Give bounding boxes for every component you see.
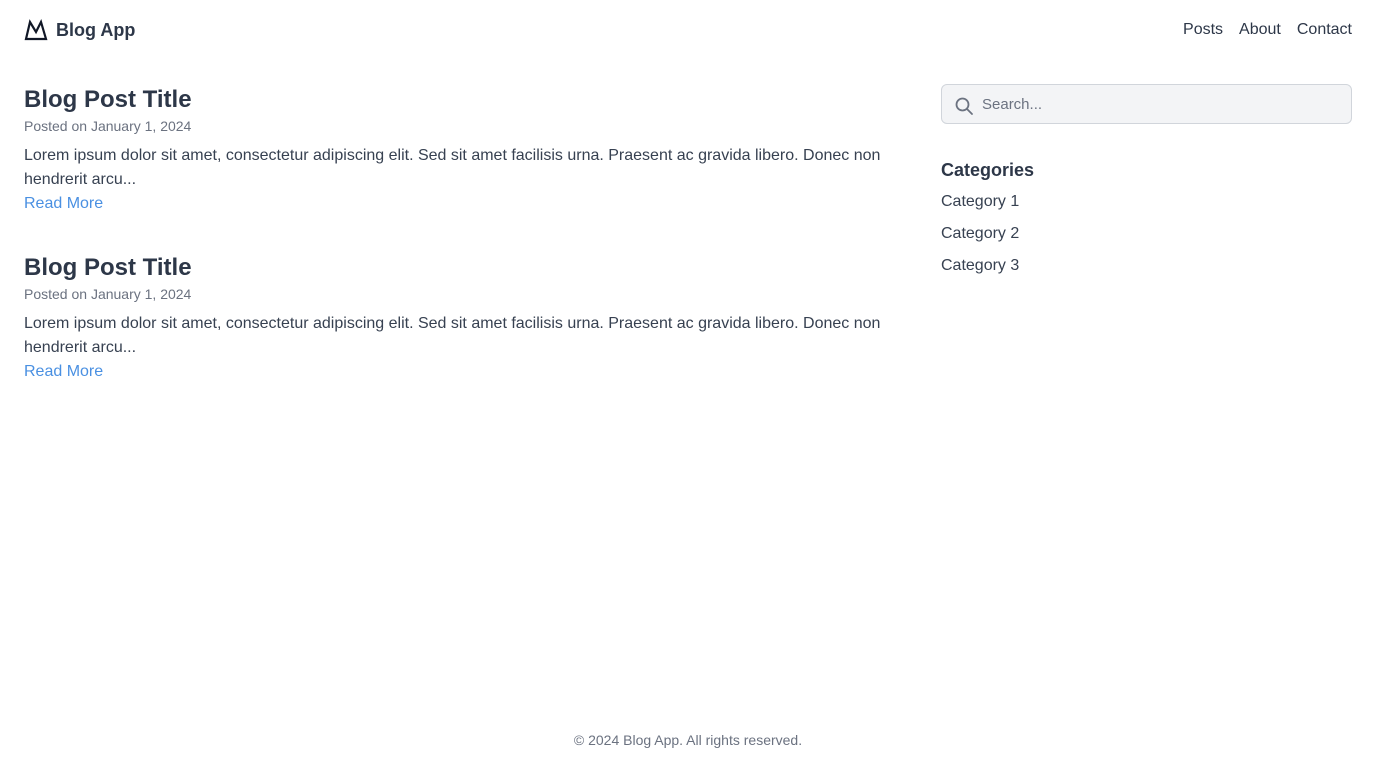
post-title[interactable]: Blog Post Title — [24, 84, 884, 116]
categories-section: Categories Category 1 Category 2 Categor… — [941, 158, 1352, 278]
page: Blog App Posts About Contact Blog Post T… — [0, 0, 1376, 768]
category-item[interactable]: Category 3 — [941, 254, 1352, 278]
main-nav: Posts About Contact — [1183, 21, 1352, 39]
post-excerpt: Lorem ipsum dolor sit amet, consectetur … — [24, 147, 881, 188]
sidebar: Categories Category 1 Category 2 Categor… — [941, 84, 1352, 286]
post-date: Posted on January 1, 2024 — [24, 286, 192, 302]
categories-title: Categories — [941, 160, 1035, 180]
read-more-link[interactable]: Read More — [24, 360, 103, 384]
nav-link-contact[interactable]: Contact — [1297, 21, 1352, 39]
nav-link-about[interactable]: About — [1239, 21, 1281, 39]
brand-link[interactable]: Blog App — [24, 19, 135, 41]
brand-name: Blog App — [56, 19, 136, 40]
header: Blog App Posts About Contact — [0, 0, 1376, 60]
read-more-link[interactable]: Read More — [24, 192, 103, 216]
category-item[interactable]: Category 2 — [941, 222, 1352, 246]
copyright-text: © 2024 Blog App. All rights reserved. — [573, 732, 803, 748]
post-date: Posted on January 1, 2024 — [24, 118, 192, 134]
search-icon — [954, 96, 974, 116]
post-excerpt: Lorem ipsum dolor sit amet, consectetur … — [24, 315, 881, 356]
post-title[interactable]: Blog Post Title — [24, 252, 884, 284]
mountain-logo-icon — [24, 19, 48, 41]
post-card: Blog Post Title Posted on January 1, 202… — [24, 252, 884, 384]
search-box — [941, 84, 1352, 124]
post-card: Blog Post Title Posted on January 1, 202… — [24, 84, 884, 216]
category-item[interactable]: Category 1 — [941, 190, 1352, 214]
search-input[interactable] — [942, 85, 1351, 123]
posts-list: Blog Post Title Posted on January 1, 202… — [24, 84, 884, 420]
category-list: Category 1 Category 2 Category 3 — [941, 190, 1352, 278]
footer: © 2024 Blog App. All rights reserved. — [0, 732, 1376, 748]
nav-link-posts[interactable]: Posts — [1183, 21, 1223, 39]
